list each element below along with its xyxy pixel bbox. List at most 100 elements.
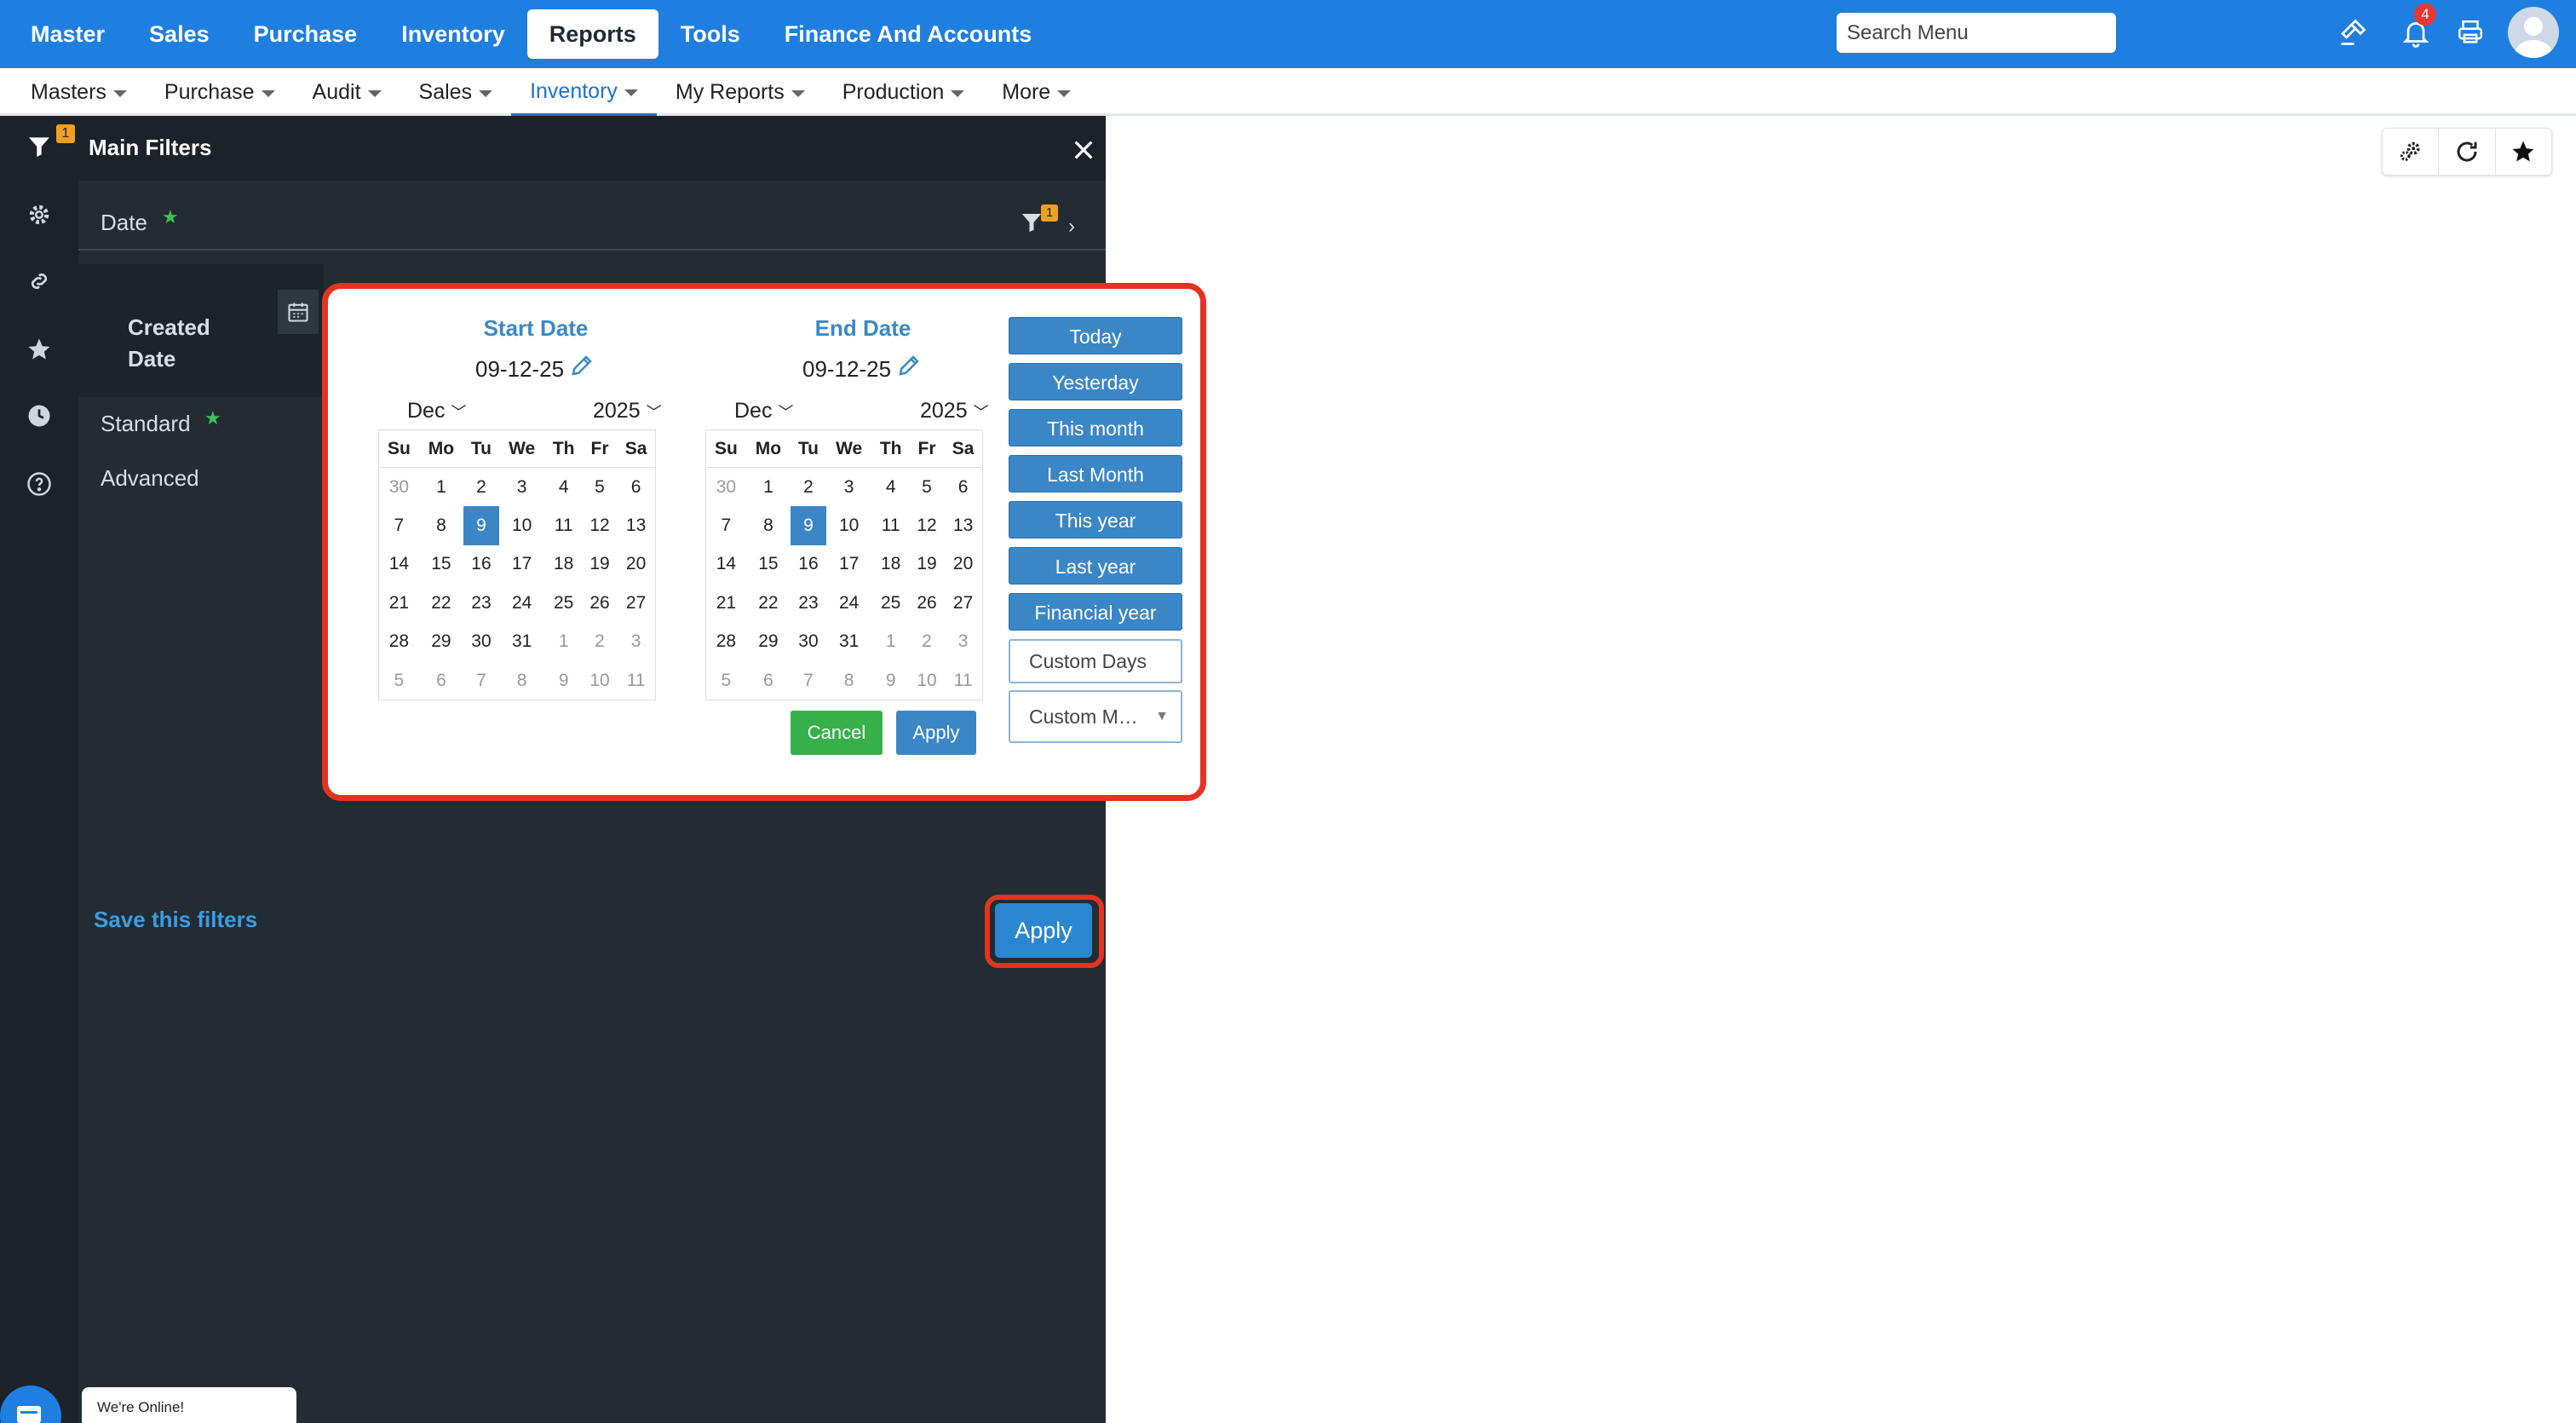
topnav-reports[interactable]: Reports [526,9,658,59]
start-calendar-day[interactable]: 3 [499,468,545,507]
topnav-finance-and-accounts[interactable]: Finance And Accounts [762,9,1055,59]
start-calendar-day[interactable]: 27 [617,584,655,623]
end-calendar-day[interactable]: 2 [910,623,944,662]
start-calendar-day[interactable]: 7 [379,506,419,545]
end-calendar-day[interactable]: 20 [944,545,982,585]
apply-filters-button[interactable]: Apply [995,903,1092,958]
range-last-month-button[interactable]: Last Month [1009,455,1182,493]
end-calendar-day[interactable]: 10 [910,661,944,700]
start-calendar-day[interactable]: 19 [583,545,617,585]
start-calendar-day[interactable]: 28 [379,623,419,662]
pencil-icon[interactable] [896,353,922,378]
topnav-master[interactable]: Master [9,9,127,59]
start-calendar-day[interactable]: 10 [499,506,545,545]
end-calendar-day[interactable]: 1 [746,468,791,507]
start-calendar-day[interactable]: 1 [545,623,583,662]
end-calendar-day[interactable]: 2 [791,468,826,507]
end-calendar-day[interactable]: 29 [746,623,791,662]
end-calendar-day[interactable]: 6 [944,468,982,507]
gavel-icon[interactable] [2332,12,2373,53]
start-calendar-day[interactable]: 2 [583,623,617,662]
range-today-button[interactable]: Today [1009,317,1182,354]
end-calendar-day[interactable]: 6 [746,661,791,700]
end-calendar-day[interactable]: 3 [944,623,982,662]
range-this-year-button[interactable]: This year [1009,501,1182,539]
end-calendar-day[interactable]: 26 [910,584,944,623]
chat-launcher-icon[interactable] [0,1386,61,1423]
search-menu-input[interactable]: Search Menu [1837,13,2116,53]
gear-icon[interactable] [0,189,78,240]
start-calendar-day[interactable]: 23 [463,584,499,623]
end-calendar-day[interactable]: 18 [872,545,910,585]
start-calendar-day[interactable]: 21 [379,584,419,623]
start-calendar-day[interactable]: 1 [419,468,463,507]
start-calendar-day[interactable]: 4 [545,468,583,507]
advanced-filter-label[interactable]: Advanced [101,465,199,492]
clock-icon[interactable] [0,390,78,441]
end-calendar-day[interactable]: 25 [872,584,910,623]
close-icon[interactable] [1070,136,1097,164]
start-calendar-day[interactable]: 13 [617,506,655,545]
start-calendar-day[interactable]: 8 [499,661,545,700]
end-calendar-day[interactable]: 21 [706,584,746,623]
start-calendar-day[interactable]: 15 [419,545,463,585]
start-calendar-day[interactable]: 7 [463,661,499,700]
start-calendar-day[interactable]: 29 [419,623,463,662]
start-calendar-day[interactable]: 10 [583,661,617,700]
end-calendar-day[interactable]: 5 [910,468,944,507]
refresh-icon[interactable] [2439,129,2496,175]
end-calendar-day[interactable]: 16 [791,545,826,585]
subnav-purchase[interactable]: Purchase [146,68,294,116]
help-icon[interactable] [0,458,78,510]
end-calendar-day[interactable]: 22 [746,584,791,623]
cancel-button[interactable]: Cancel [791,711,883,755]
end-calendar-day[interactable]: 7 [791,661,826,700]
subnav-sales[interactable]: Sales [400,68,512,116]
end-calendar-day[interactable]: 11 [872,506,910,545]
end-calendar-day[interactable]: 30 [791,623,826,662]
start-calendar-day[interactable]: 14 [379,545,419,585]
start-calendar-day[interactable]: 12 [583,506,617,545]
end-calendar-day[interactable]: 1 [872,623,910,662]
range-last-year-button[interactable]: Last year [1009,547,1182,585]
standard-filter-label[interactable]: Standard [101,411,191,437]
star-icon[interactable] [2496,129,2551,175]
start-calendar-day[interactable]: 22 [419,584,463,623]
range-this-month-button[interactable]: This month [1009,409,1182,446]
subnav-audit[interactable]: Audit [294,68,400,116]
start-calendar-day[interactable]: 26 [583,584,617,623]
start-calendar-day[interactable]: 31 [499,623,545,662]
end-calendar-day[interactable]: 30 [706,468,746,507]
start-calendar-day[interactable]: 9 [463,506,499,545]
subnav-inventory[interactable]: Inventory [511,68,657,116]
end-calendar-day[interactable]: 7 [706,506,746,545]
end-calendar-day[interactable]: 8 [746,506,791,545]
topnav-inventory[interactable]: Inventory [379,9,527,59]
subnav-my-reports[interactable]: My Reports [657,68,824,116]
start-calendar-day[interactable]: 9 [545,661,583,700]
end-calendar-day[interactable]: 28 [706,623,746,662]
end-calendar-day[interactable]: 8 [826,661,872,700]
start-calendar-day[interactable]: 30 [463,623,499,662]
user-avatar[interactable] [2508,7,2559,58]
start-calendar-day[interactable]: 25 [545,584,583,623]
settings-gears-icon[interactable] [2383,129,2440,175]
start-calendar-day[interactable]: 2 [463,468,499,507]
end-date-value[interactable]: 09-12-25 [802,356,891,383]
end-calendar-day[interactable]: 14 [706,545,746,585]
end-calendar-day[interactable]: 4 [872,468,910,507]
save-filters-link[interactable]: Save this filters [94,907,257,933]
end-calendar-day[interactable]: 15 [746,545,791,585]
custom-months-select[interactable]: Custom M… ▼ [1009,690,1182,743]
start-calendar-day[interactable]: 5 [583,468,617,507]
start-calendar-day[interactable]: 24 [499,584,545,623]
start-calendar-day[interactable]: 20 [617,545,655,585]
chat-status-bubble[interactable]: We're Online! [82,1387,296,1423]
topnav-sales[interactable]: Sales [127,9,232,59]
end-calendar-day[interactable]: 17 [826,545,872,585]
end-calendar-day[interactable]: 12 [910,506,944,545]
end-year-select[interactable]: 2025 ﹀ [920,399,989,423]
end-calendar-day[interactable]: 5 [706,661,746,700]
start-calendar-day[interactable]: 8 [419,506,463,545]
topnav-tools[interactable]: Tools [658,9,762,59]
